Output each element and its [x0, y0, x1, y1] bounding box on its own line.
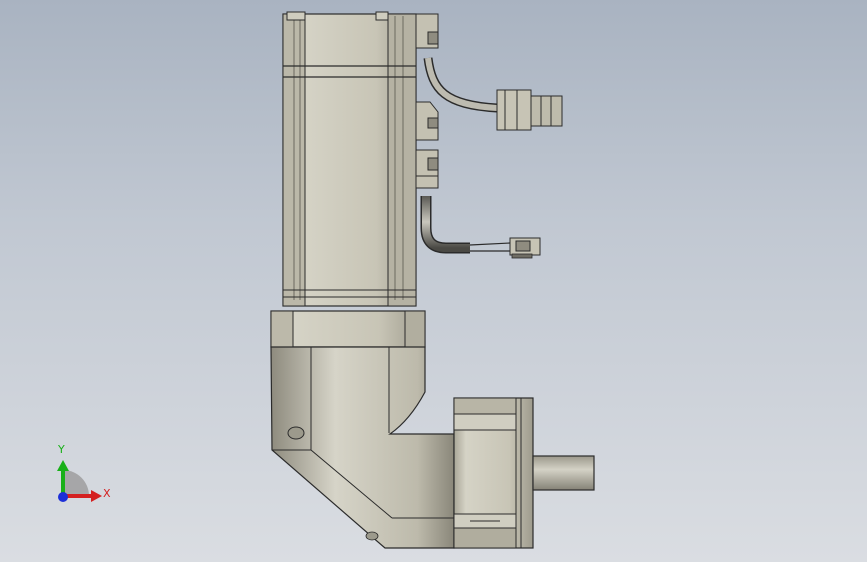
y-axis-label: Y — [58, 443, 65, 456]
encoder-plug[interactable] — [496, 89, 563, 131]
model-view[interactable] — [0, 0, 867, 562]
output-shaft[interactable] — [532, 455, 595, 491]
z-axis-dot-icon — [58, 492, 68, 502]
cad-viewport[interactable]: Y X — [0, 0, 867, 562]
encoder-connector-housing[interactable] — [415, 13, 439, 49]
adapter-flange[interactable] — [270, 305, 426, 348]
triad-plane-icon — [63, 470, 89, 496]
encoder-cable[interactable] — [423, 57, 498, 113]
x-axis-arrowhead — [91, 490, 102, 502]
motor-body[interactable] — [282, 11, 417, 307]
power-cable[interactable] — [420, 196, 511, 254]
right-angle-gearbox[interactable] — [270, 346, 455, 549]
y-axis-arrowhead — [57, 460, 69, 471]
x-axis-label: X — [103, 487, 111, 500]
power-connector-housing[interactable] — [415, 101, 439, 189]
coordinate-triad — [57, 460, 102, 502]
output-housing[interactable] — [453, 397, 534, 549]
power-plug[interactable] — [509, 237, 541, 259]
